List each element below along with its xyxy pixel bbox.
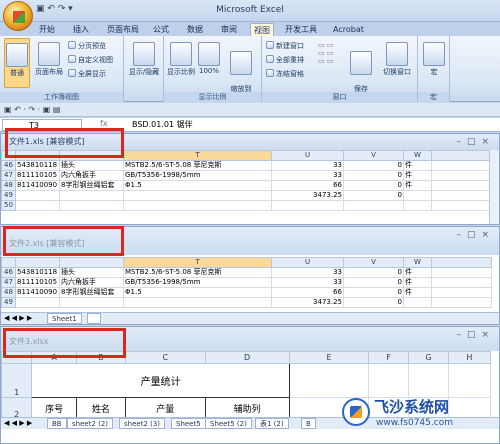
freeze-icon — [266, 69, 274, 77]
table-row: 47 811110105 内六角扳手 GB/T5356-1998/5mm 33 0 件 — [1, 170, 492, 181]
macros-button[interactable]: 宏 — [422, 42, 446, 77]
switch-window-icon — [386, 42, 408, 66]
table-row: 48 811410090 8字形钢丝绳铝套 Φ1.5 66 0 件 — [1, 287, 492, 298]
table-row: 1 产量统计 — [0, 363, 492, 398]
table-row: 49 3473.25 0 — [1, 297, 492, 308]
sheet-grid-2[interactable]: TU VW 46 543810118 插头 MSTB2.5/6-ST-5.08 菲尼… — [1, 257, 492, 308]
group-label-window: 窗口 — [262, 92, 417, 102]
group-zoom: 显示比例 100% 缩放到 选定区域 显示比例 — [164, 36, 262, 102]
arrange-icon — [266, 55, 274, 63]
vertical-scrollbar[interactable] — [489, 150, 499, 224]
sheet-nav-arrows-icon[interactable]: ◀ ◀ ▶ ▶ — [4, 418, 32, 429]
sheet-tab-sheet5[interactable]: Sheet5 — [171, 418, 206, 429]
tab-data[interactable]: 数据 — [184, 23, 206, 36]
office-button-icon[interactable] — [3, 1, 33, 31]
custom-views-button[interactable]: 自定义视图 — [68, 55, 113, 65]
zoom-100-button[interactable]: 100% — [198, 42, 220, 75]
sheet-tab-bb[interactable]: BB — [47, 418, 67, 429]
window-controls-icon[interactable]: –□× — [456, 327, 495, 343]
window-controls-icon[interactable]: –□× — [456, 227, 495, 243]
table-row: 50 — [1, 200, 492, 211]
column-header-row: TU VW — [1, 257, 492, 268]
group-label-macros: 宏 — [418, 92, 449, 102]
freeze-panes-button[interactable]: 冻结窗格 — [266, 69, 304, 79]
full-screen-icon — [68, 69, 76, 77]
full-screen-button[interactable]: 全屏显示 — [68, 69, 106, 79]
group-macros: 宏 宏 — [418, 36, 450, 102]
quick-toolbar-row: ▣ ↶ · ↷ · ▣ ▤ — [0, 103, 500, 117]
new-window-icon — [266, 41, 274, 49]
title-bar: ▣ ↶ ↷ ▾ Microsoft Excel — [0, 0, 500, 22]
group-window: 新建窗口 全部重排 冻结窗格 ▭ ▭▭ ▭▭ ▭ 保存 工作区 切换窗口 窗口 — [262, 36, 418, 102]
sheet-tab-sheet1[interactable]: Sheet1 — [47, 313, 82, 324]
sheet-title-cell: 产量统计 — [31, 363, 290, 398]
normal-view-button[interactable]: 普通 — [4, 38, 30, 88]
sheet-nav-arrows-icon[interactable]: ◀ ◀ ▶ ▶ — [4, 313, 32, 324]
highlight-box-window-3 — [3, 328, 126, 358]
magnifier-icon — [170, 42, 192, 66]
group-workbook-views: 普通 页面布局 分页预览 自定义视图 全屏显示 工作簿视图 — [0, 36, 124, 102]
sheet-grid-1[interactable]: TU VW 46 543810118 插头 MSTB2.5/6-ST-5.08 菲尼… — [1, 150, 492, 211]
ribbon-tabs: 开始 插入 页面布局 公式 数据 审阅 视图 开发工具 Acrobat — [0, 22, 500, 36]
sheet-tab-b[interactable]: B — [301, 418, 316, 429]
page-layout-view-button[interactable]: 页面布局 — [33, 42, 65, 77]
window-small-icons[interactable]: ▭ ▭ ▭ ▭ ▭ ▭ — [318, 41, 333, 65]
group-label-zoom: 显示比例 — [164, 92, 261, 102]
formula-input[interactable]: BSD.01.01 锯伴 — [132, 119, 193, 130]
table-row: 47 811110105 内六角扳手 GB/T5356-1998/5mm 33 0 件 — [1, 277, 492, 288]
insert-sheet-icon[interactable] — [87, 313, 101, 324]
tab-view[interactable]: 视图 — [250, 23, 274, 36]
watermark: 飞沙系统网 www.fs0745.com — [342, 394, 492, 434]
page-break-preview-button[interactable]: 分页预览 — [68, 41, 106, 51]
save-workspace-icon — [350, 51, 372, 75]
watermark-url: www.fs0745.com — [376, 418, 453, 428]
zoom-100-icon — [198, 42, 220, 66]
show-hide-button[interactable]: 显示/隐藏 — [127, 42, 161, 77]
tab-developer[interactable]: 开发工具 — [282, 23, 320, 36]
zoom-button[interactable]: 显示比例 — [166, 42, 196, 77]
app-title: Microsoft Excel — [216, 5, 284, 15]
sheet-tab-sheet5-2[interactable]: Sheet5 (2) — [205, 418, 252, 429]
show-hide-icon — [133, 42, 155, 66]
window-controls-icon[interactable]: –□× — [456, 134, 495, 150]
watermark-text: 飞沙系统网 — [374, 398, 450, 416]
highlight-box-window-2 — [3, 226, 124, 256]
sheet-tab-sheet2-2[interactable]: sheet2 (2) — [67, 418, 114, 429]
highlight-box-window-1 — [5, 128, 124, 158]
arrange-all-button[interactable]: 全部重排 — [266, 55, 304, 65]
switch-window-button[interactable]: 切换窗口 — [378, 42, 416, 77]
custom-view-icon — [68, 55, 76, 63]
tab-review[interactable]: 审阅 — [218, 23, 240, 36]
sheet-tab-bar-2: ◀ ◀ ▶ ▶ Sheet1 — [1, 312, 499, 324]
normal-view-icon — [6, 43, 28, 67]
group-show-hide: 显示/隐藏 — [124, 36, 164, 102]
sheet-tab-table1-2[interactable]: 表1 (2) — [255, 418, 289, 429]
fx-icon[interactable]: fx — [100, 119, 108, 128]
zoom-selection-icon — [230, 51, 252, 75]
sheet-tab-sheet2-3[interactable]: sheet2 (3) — [119, 418, 166, 429]
table-row: 49 3473.25 0 — [1, 190, 492, 201]
tab-acrobat[interactable]: Acrobat — [330, 23, 367, 36]
page-layout-icon — [38, 42, 60, 66]
new-window-button[interactable]: 新建窗口 — [266, 41, 304, 51]
tab-insert[interactable]: 插入 — [70, 23, 92, 36]
ribbon: 普通 页面布局 分页预览 自定义视图 全屏显示 工作簿视图 显示/隐藏 显示比例… — [0, 36, 500, 102]
table-row: 48 811410090 8字形钢丝绳铝套 Φ1.5 66 0 件 — [1, 180, 492, 191]
page-break-icon — [68, 41, 76, 49]
group-label-workbook-views: 工作簿视图 — [0, 92, 123, 102]
macros-icon — [423, 42, 445, 66]
tab-formulas[interactable]: 公式 — [150, 23, 172, 36]
tab-home[interactable]: 开始 — [36, 23, 58, 36]
toolbar-icons[interactable]: ▣ ↶ · ↷ · ▣ ▤ — [4, 105, 60, 114]
tab-page-layout[interactable]: 页面布局 — [104, 23, 142, 36]
watermark-logo-icon — [342, 398, 370, 426]
table-row: 46 543810118 插头 MSTB2.5/6-ST-5.08 菲尼克斯 33 0 件 — [1, 160, 492, 171]
table-row: 46 543810118 插头 MSTB2.5/6-ST-5.08 菲尼克斯 33 0 件 — [1, 267, 492, 278]
